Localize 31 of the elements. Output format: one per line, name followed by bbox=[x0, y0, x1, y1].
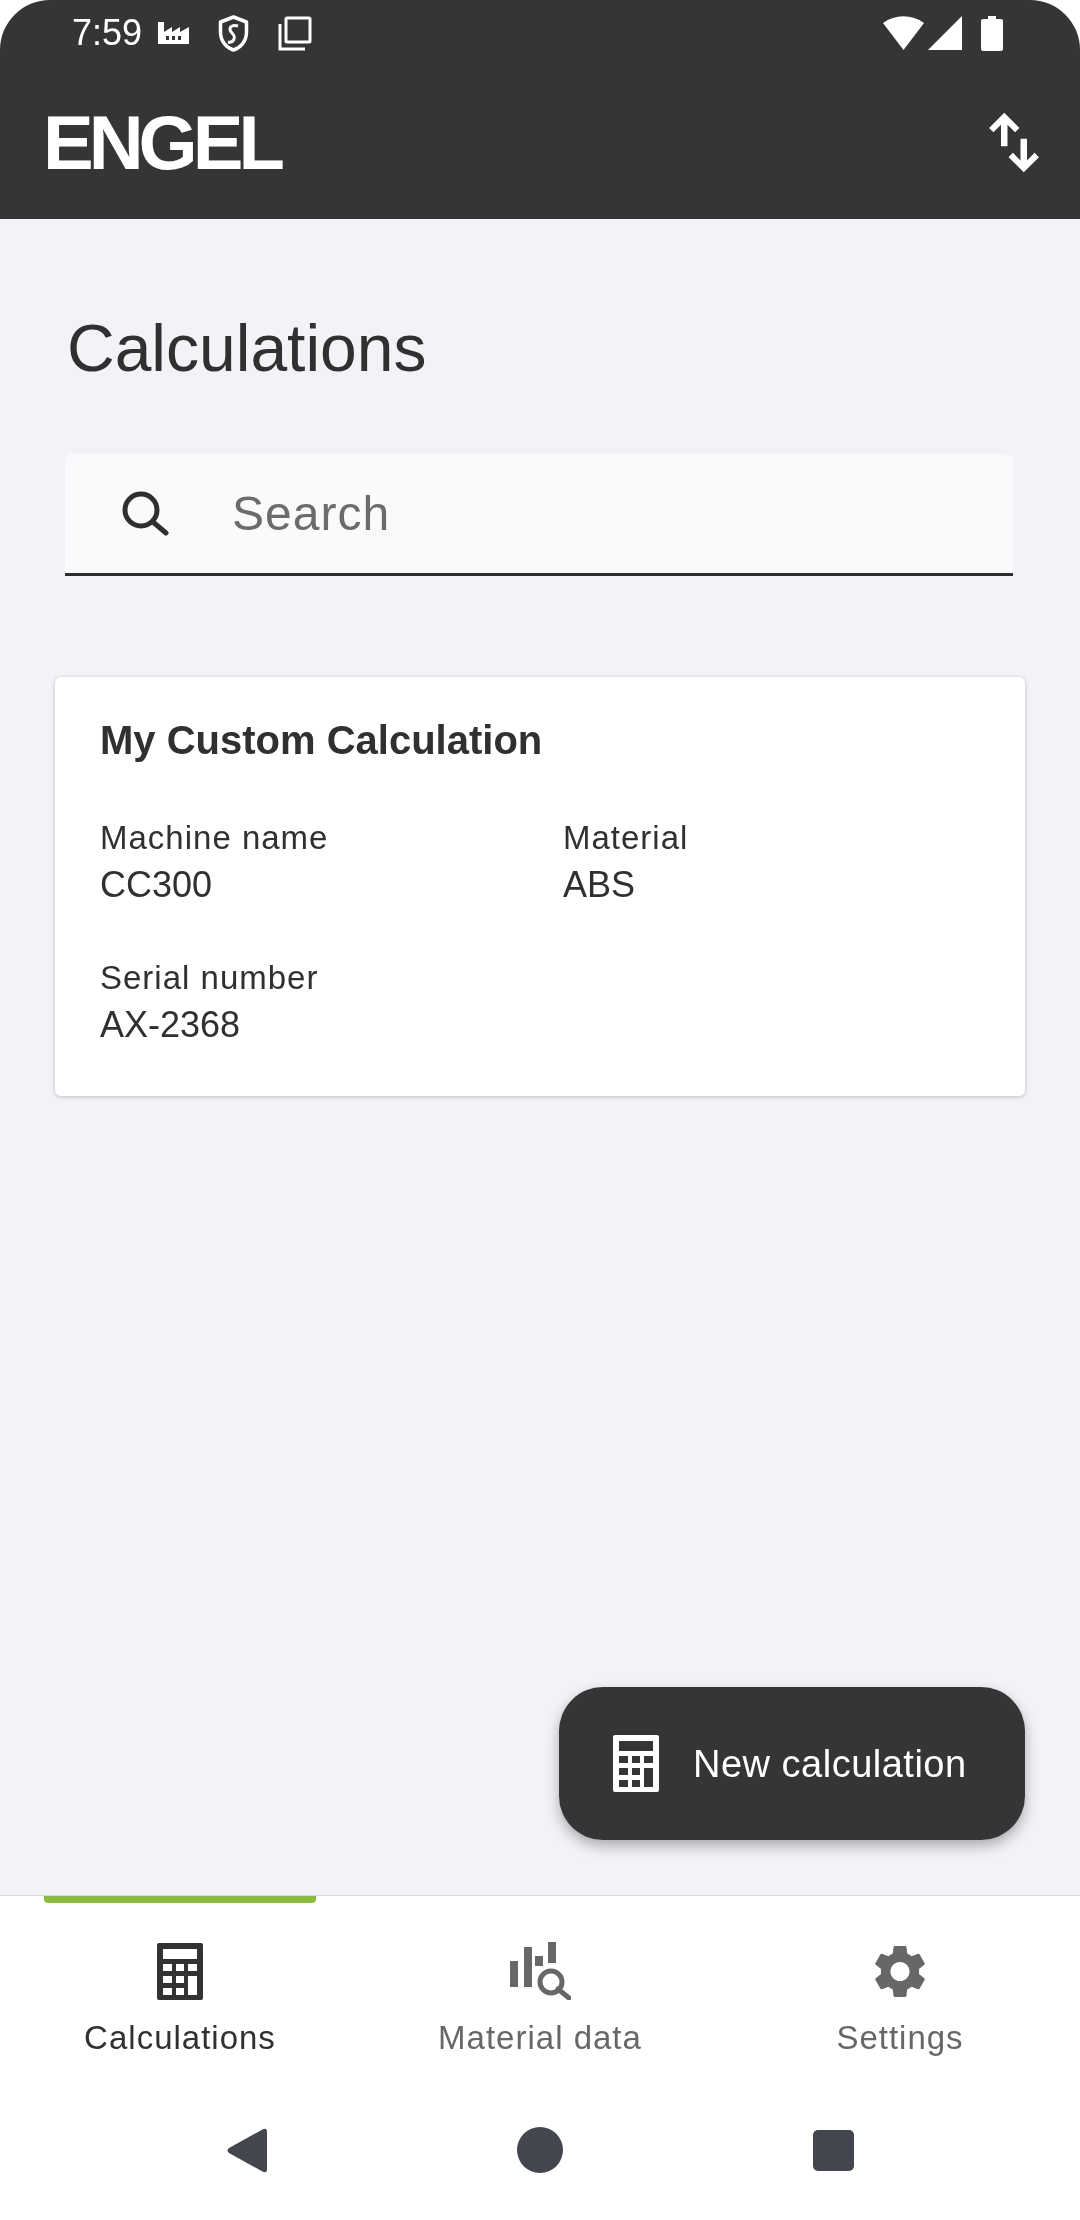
field-label: Serial number bbox=[100, 958, 319, 998]
up-down-arrows-icon[interactable] bbox=[988, 111, 1040, 174]
home-icon[interactable] bbox=[517, 2127, 563, 2173]
field-value: AX-2368 bbox=[100, 1003, 241, 1047]
signal-icon bbox=[928, 16, 962, 50]
back-icon[interactable] bbox=[226, 2126, 267, 2174]
settings-icon bbox=[875, 1943, 925, 1999]
bar-chart-magnifier-icon bbox=[509, 1942, 571, 2000]
field-value: CC300 bbox=[100, 863, 213, 907]
app-logo: ENGEL bbox=[43, 102, 280, 183]
status-time: 7:59 bbox=[72, 13, 143, 53]
battery-icon bbox=[981, 15, 1003, 51]
field-label: Machine name bbox=[100, 818, 329, 858]
calculation-card[interactable]: My Custom Calculation Machine name CC300 Material ABS Serial number AX-2368 bbox=[55, 677, 1025, 1096]
search-field[interactable]: Search bbox=[65, 454, 1013, 576]
new-calculation-button[interactable]: New calculation bbox=[559, 1687, 1025, 1840]
shield-icon bbox=[218, 14, 250, 52]
search-icon bbox=[120, 490, 170, 536]
card-title: My Custom Calculation bbox=[100, 717, 543, 764]
page-title: Calculations bbox=[67, 310, 427, 387]
calculator-icon bbox=[157, 1942, 203, 2000]
field-value: ABS bbox=[563, 863, 636, 907]
field-label: Material bbox=[563, 818, 689, 858]
bottom-nav-tab[interactable]: Settings bbox=[720, 1903, 1080, 2080]
recents-icon[interactable] bbox=[813, 2129, 854, 2171]
wifi-icon bbox=[883, 16, 924, 50]
stacked-squares-icon bbox=[278, 15, 313, 51]
factory-icon bbox=[158, 22, 190, 44]
bottom-nav-tab[interactable]: Material data bbox=[360, 1903, 720, 2080]
bottom-nav-tab[interactable]: Calculations bbox=[0, 1903, 360, 2080]
calculator-icon bbox=[613, 1735, 659, 1792]
